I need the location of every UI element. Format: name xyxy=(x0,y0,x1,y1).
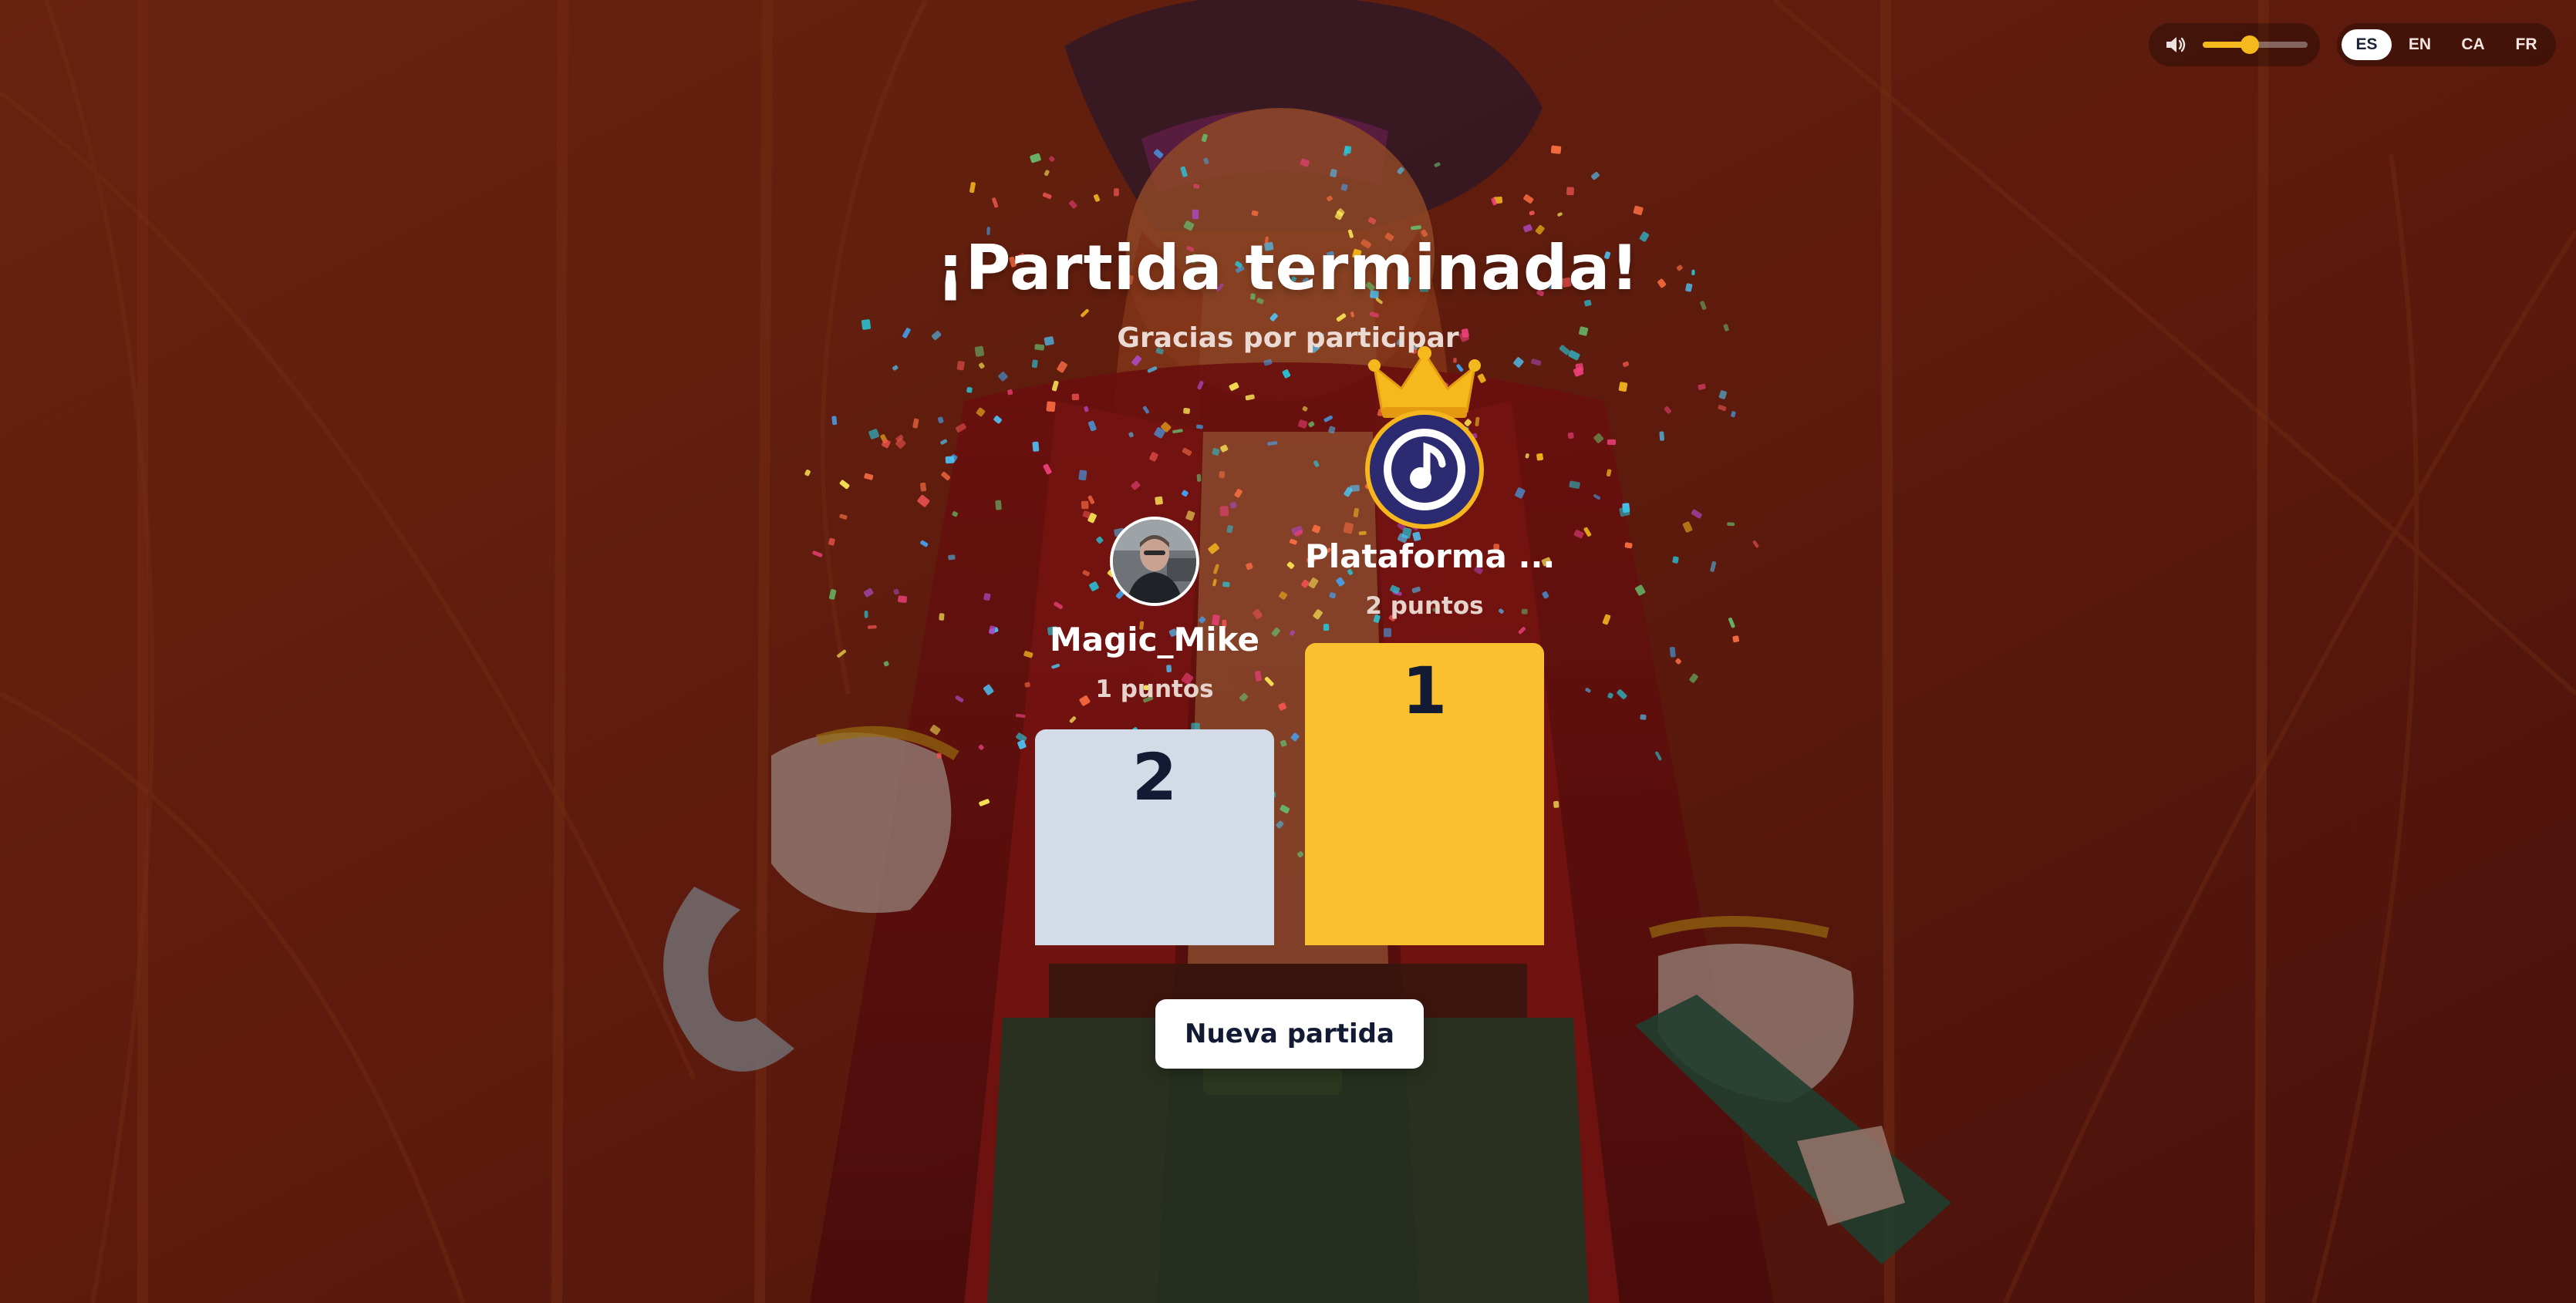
language-es-button[interactable]: ES xyxy=(2342,29,2392,60)
podium-block-first: 1 xyxy=(1305,643,1544,945)
music-note-logo-icon xyxy=(1370,415,1479,524)
rank-number: 1 xyxy=(1401,653,1448,729)
player-name: Plataforma ... xyxy=(1305,537,1556,575)
podium-block-second: 2 xyxy=(1035,729,1274,945)
avatar xyxy=(1365,410,1484,529)
language-ca-button[interactable]: CA xyxy=(2448,29,2498,60)
rank-number: 2 xyxy=(1131,739,1178,815)
player-points: 1 puntos xyxy=(1095,675,1214,703)
language-switcher: ES EN CA FR xyxy=(2337,23,2556,66)
page-subtitle: Gracias por participar xyxy=(1117,322,1459,354)
user-photo-avatar xyxy=(1113,520,1196,603)
language-fr-button[interactable]: FR xyxy=(2501,29,2551,60)
page-title: ¡Partida terminada! xyxy=(936,232,1640,304)
speaker-icon[interactable] xyxy=(2164,34,2189,56)
player-name: Magic_Mike xyxy=(1050,621,1259,658)
volume-control xyxy=(2149,23,2320,66)
podium-second-place: Magic_Mike 1 puntos 2 xyxy=(1035,515,1274,945)
podium-first-place: Plataforma ... 2 puntos 1 xyxy=(1305,345,1556,945)
volume-slider[interactable] xyxy=(2203,35,2308,54)
dim-overlay xyxy=(0,0,2576,1303)
new-game-button[interactable]: Nueva partida xyxy=(1155,999,1424,1069)
volume-slider-thumb[interactable] xyxy=(2241,35,2260,54)
player-points: 2 puntos xyxy=(1365,592,1484,620)
avatar xyxy=(1110,517,1199,606)
language-en-button[interactable]: EN xyxy=(2395,29,2445,60)
